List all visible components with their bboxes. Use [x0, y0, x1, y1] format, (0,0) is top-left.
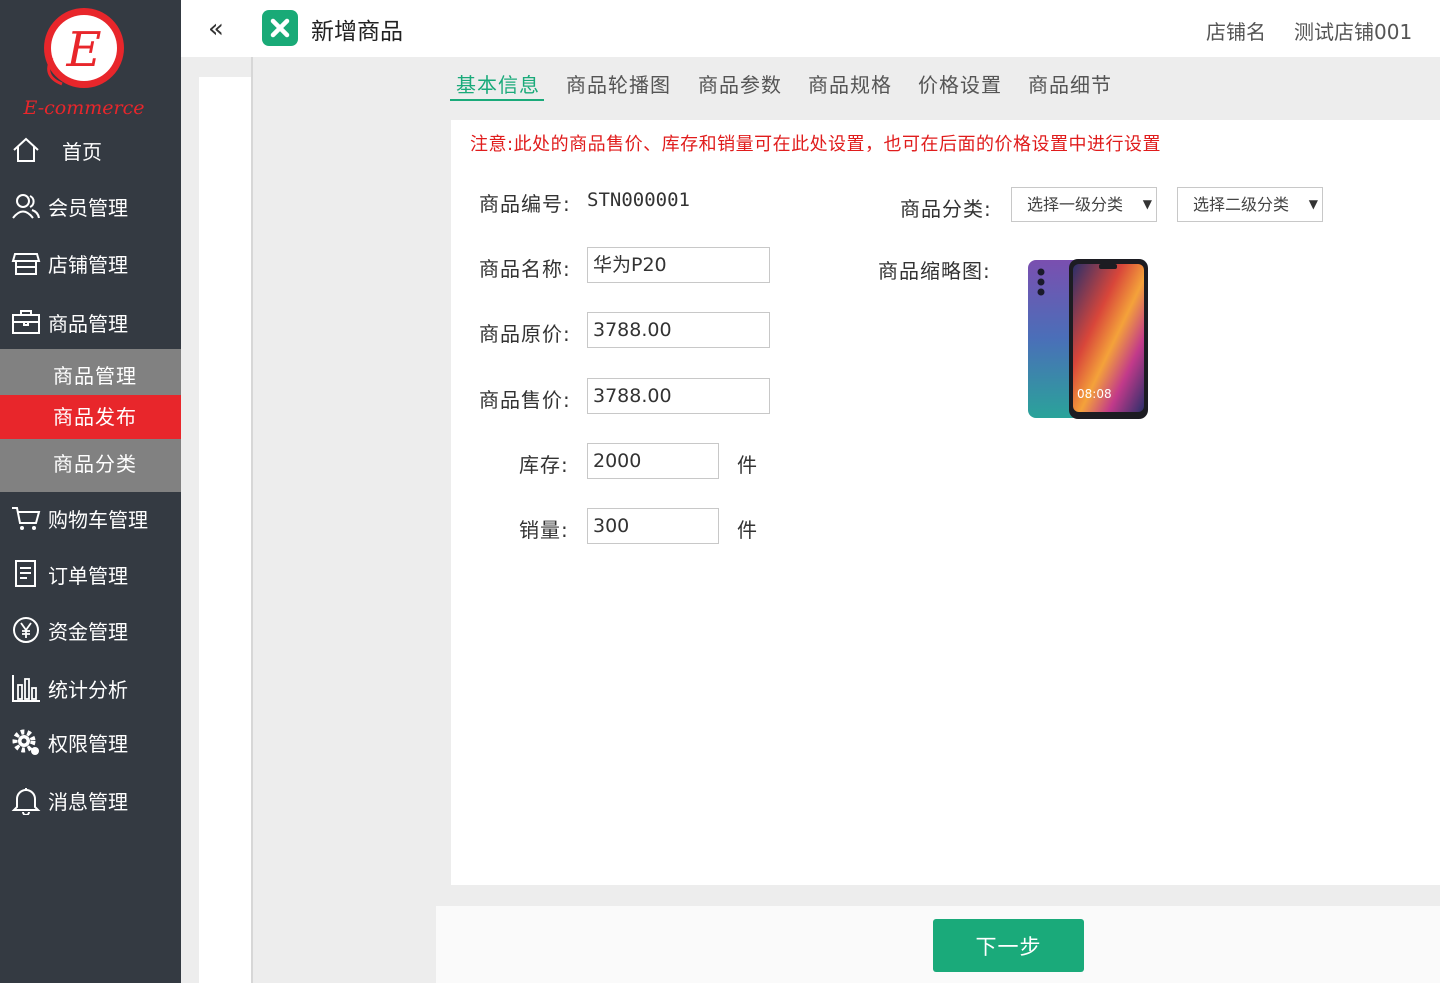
bell-icon [10, 784, 42, 816]
nav-orders[interactable]: 订单管理 [0, 552, 181, 596]
page-title: 新增商品 [311, 19, 403, 45]
category1-select[interactable]: 选择一级分类 ▼ [1011, 187, 1157, 222]
nav-store[interactable]: 店铺管理 [0, 241, 181, 285]
sales-unit: 件 [737, 518, 757, 542]
nav-home[interactable]: 首页 [0, 128, 181, 172]
sale-price-input[interactable]: 3788.00 [587, 378, 770, 414]
phone-screen-time: 08:08 [1077, 387, 1112, 401]
logo: E E-commerce [23, 8, 145, 119]
users-icon [10, 190, 42, 222]
tab-params[interactable]: 商品参数 [698, 69, 782, 101]
store-icon [10, 247, 42, 279]
nav-permissions-label: 权限管理 [48, 731, 128, 756]
side-strip [199, 77, 251, 983]
svg-text:E: E [65, 22, 101, 78]
orig-price-input[interactable]: 3788.00 [587, 312, 770, 348]
gear-icon [10, 726, 42, 758]
name-input[interactable]: 华为P20 [587, 247, 770, 283]
header: 新增商品 店铺名 测试店铺001 [251, 0, 1440, 57]
nav-messages-label: 消息管理 [48, 789, 128, 814]
home-icon [10, 134, 42, 166]
nav-permissions[interactable]: 权限管理 [0, 720, 181, 764]
dropdown-arrow-icon: ▼ [1142, 197, 1152, 211]
divider [251, 57, 253, 983]
sales-input[interactable]: 300 [587, 508, 719, 544]
stock-unit: 件 [737, 453, 757, 477]
double-chevron-left-icon: « [208, 13, 224, 44]
nav-funds-label: 资金管理 [48, 619, 128, 644]
stock-label: 库存: [519, 453, 569, 477]
category2-select-value: 选择二级分类 [1193, 195, 1290, 214]
code-value: STN000001 [587, 189, 690, 211]
logo-text: E-commerce [23, 97, 145, 119]
sale-price-label: 商品售价: [479, 388, 571, 412]
close-icon[interactable] [262, 10, 298, 46]
tab-price[interactable]: 价格设置 [918, 69, 1002, 101]
nav-goods[interactable]: 商品管理 [0, 300, 181, 344]
nav-orders-label: 订单管理 [48, 563, 128, 588]
product-thumbnail[interactable]: 08:08 [1027, 258, 1149, 420]
tab-carousel[interactable]: 商品轮播图 [566, 69, 671, 101]
nav-home-label: 首页 [62, 139, 102, 164]
nav-funds[interactable]: 资金管理 [0, 608, 181, 652]
goods-submenu: 商品管理 商品发布 商品分类 [0, 349, 181, 492]
nav-stats-label: 统计分析 [48, 677, 128, 702]
nav-store-label: 店铺管理 [48, 252, 128, 277]
chart-icon [10, 672, 42, 704]
notice-text: 注意:此处的商品售价、库存和销量可在此处设置，也可在后面的价格设置中进行设置 [470, 134, 1162, 155]
yen-icon [10, 614, 42, 646]
sidebar: E E-commerce 首页 会员管理 店铺管理 商品管理 商品管理 商品发布… [0, 0, 181, 983]
thumbnail-label: 商品缩略图: [878, 259, 991, 283]
category-label: 商品分类: [900, 197, 992, 221]
tab-basic-info[interactable]: 基本信息 [450, 69, 544, 101]
submenu-goods-manage[interactable]: 商品管理 [0, 354, 181, 398]
submenu-goods-category[interactable]: 商品分类 [0, 442, 181, 486]
category2-select[interactable]: 选择二级分类 ▼ [1177, 187, 1323, 222]
next-step-button[interactable]: 下一步 [933, 919, 1084, 972]
nav-cart-label: 购物车管理 [48, 507, 148, 532]
nav-cart[interactable]: 购物车管理 [0, 496, 181, 540]
collapse-sidebar-button[interactable]: « [181, 0, 251, 57]
store-name: 测试店铺001 [1294, 20, 1413, 44]
order-icon [10, 558, 42, 590]
nav-members-label: 会员管理 [48, 195, 128, 220]
sales-label: 销量: [519, 518, 569, 542]
nav-stats[interactable]: 统计分析 [0, 666, 181, 710]
nav-members[interactable]: 会员管理 [0, 184, 181, 228]
code-label: 商品编号: [479, 192, 571, 216]
tab-specs[interactable]: 商品规格 [808, 69, 892, 101]
orig-price-label: 商品原价: [479, 322, 571, 346]
dropdown-arrow-icon: ▼ [1308, 197, 1318, 211]
stock-input[interactable]: 2000 [587, 443, 719, 479]
nav-messages[interactable]: 消息管理 [0, 778, 181, 822]
nav-goods-label: 商品管理 [48, 311, 128, 336]
briefcase-icon [10, 306, 42, 338]
store-label: 店铺名 [1206, 20, 1266, 44]
submenu-goods-publish[interactable]: 商品发布 [0, 395, 181, 439]
tab-details[interactable]: 商品细节 [1028, 69, 1112, 101]
name-label: 商品名称: [479, 257, 571, 281]
form-panel [451, 120, 1440, 885]
cart-icon [10, 502, 42, 534]
category1-select-value: 选择一级分类 [1027, 195, 1124, 214]
